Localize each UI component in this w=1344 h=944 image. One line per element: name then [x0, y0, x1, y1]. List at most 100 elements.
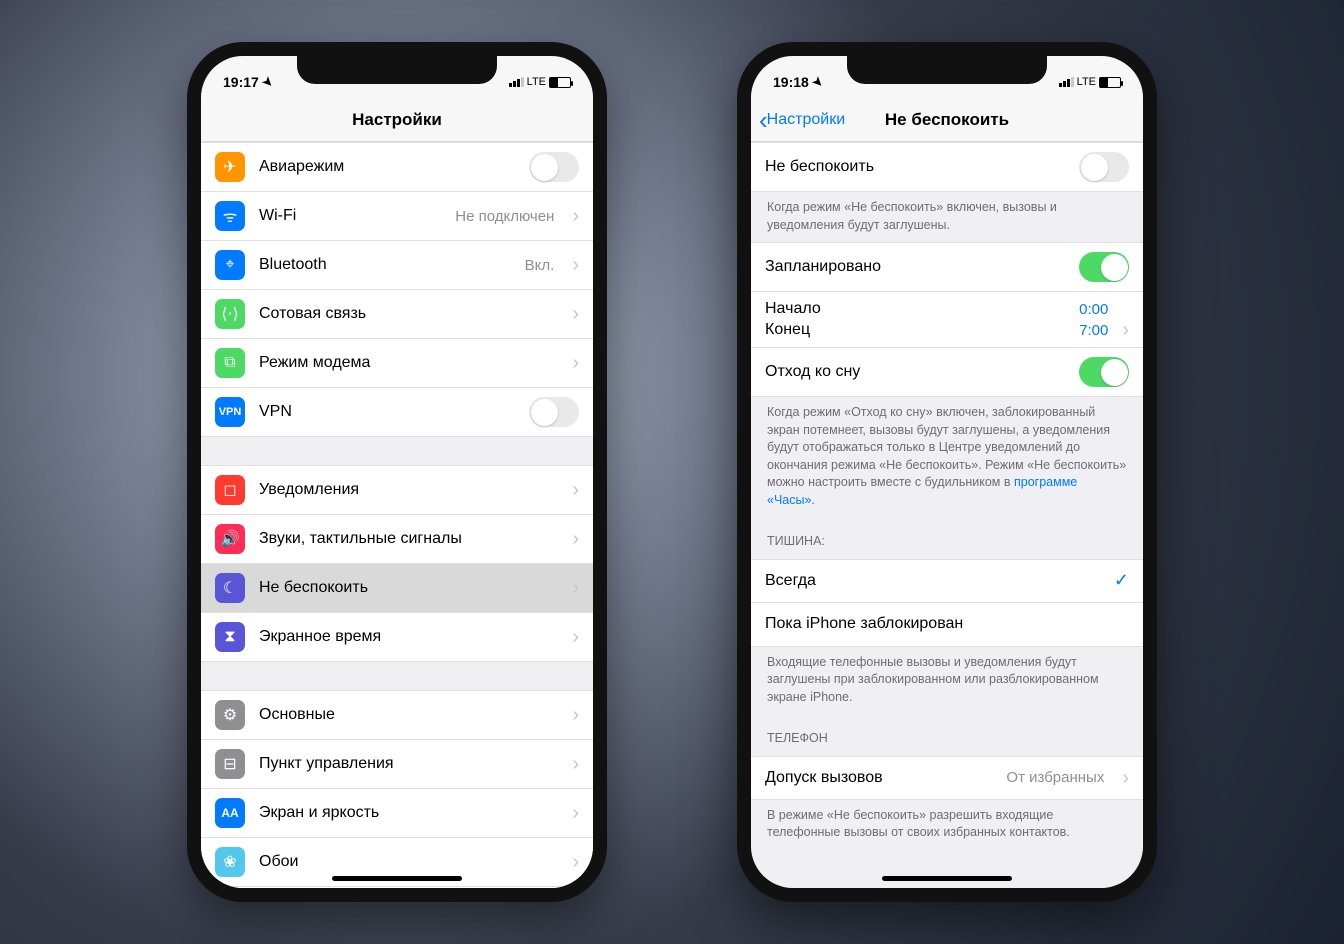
notifications-icon: ◻: [215, 475, 245, 505]
time-start-value: 0:00: [1079, 301, 1108, 318]
settings-row-siri[interactable]: ◎Siri и Поиск›: [201, 887, 593, 888]
schedule-time-row[interactable]: Начало 0:00 › Конец 7:00 ›: [751, 292, 1143, 348]
general-icon: ⚙: [215, 700, 245, 730]
location-icon: ➤: [259, 73, 276, 90]
back-button[interactable]: ‹ Настройки: [759, 107, 845, 133]
vpn-icon: VPN: [215, 397, 245, 427]
phone-header: ТЕЛЕФОН: [751, 714, 1143, 756]
signal-icon: [509, 77, 524, 87]
chevron-right-icon: ›: [572, 304, 579, 324]
silence-always-row[interactable]: Всегда ✓: [751, 559, 1143, 603]
back-label: Настройки: [767, 111, 845, 129]
nav-bar: ‹ Настройки Не беспокоить: [751, 98, 1143, 142]
row-label: Пока iPhone заблокирован: [765, 615, 1129, 633]
row-label: Сотовая связь: [259, 305, 554, 323]
check-icon: ✓: [1114, 570, 1129, 591]
phone-settings: 19:17 ➤ LTE Настройки ✈ Авиарежим ᯤ Wi-Fi Не…: [187, 42, 607, 902]
dnd-settings[interactable]: Не беспокоить Когда режим «Не беспокоить…: [751, 142, 1143, 888]
row-label: Не беспокоить: [765, 158, 1065, 176]
chevron-right-icon: ›: [572, 852, 579, 872]
scheduled-toggle-row[interactable]: Запланировано: [751, 242, 1143, 292]
notch: [847, 54, 1047, 84]
chevron-right-icon: ›: [572, 578, 579, 598]
chevron-right-icon: ›: [572, 705, 579, 725]
settings-row-do-not-disturb[interactable]: ☾Не беспокоить›: [201, 564, 593, 613]
settings-row-cellular[interactable]: ⟨⋅⟩ Сотовая связь ›: [201, 290, 593, 339]
silence-header: ТИШИНА:: [751, 517, 1143, 559]
settings-row-control-center[interactable]: ⊟Пункт управления›: [201, 740, 593, 789]
home-indicator[interactable]: [882, 876, 1012, 881]
time-end-label: Конец: [765, 321, 810, 339]
network-label: LTE: [527, 76, 546, 88]
allow-calls-footer: В режиме «Не беспокоить» разрешить входя…: [751, 800, 1143, 850]
chevron-right-icon: ›: [572, 754, 579, 774]
chevron-right-icon: ›: [572, 529, 579, 549]
chevron-right-icon: ›: [572, 803, 579, 823]
row-label: Основные: [259, 706, 554, 724]
scheduled-toggle[interactable]: [1079, 252, 1129, 282]
settings-row-wifi[interactable]: ᯤ Wi-Fi Не подключен ›: [201, 192, 593, 241]
status-time: 19:17: [223, 74, 259, 90]
settings-row-sounds[interactable]: 🔊 Звуки, тактильные сигналы ›: [201, 515, 593, 564]
silence-locked-row[interactable]: Пока iPhone заблокирован: [751, 603, 1143, 647]
row-label: Всегда: [765, 572, 1100, 590]
cellular-icon: ⟨⋅⟩: [215, 299, 245, 329]
settings-list[interactable]: ✈АвиарежимᯤWi-FiНе подключен›⌖BluetoothВ…: [201, 142, 593, 888]
settings-row-notifications[interactable]: ◻ Уведомления ›: [201, 465, 593, 515]
phone-dnd: 19:18 ➤ LTE ‹ Настройки Не беспокоить Не…: [737, 42, 1157, 902]
sounds-icon: 🔊: [215, 524, 245, 554]
settings-row-bluetooth[interactable]: ⌖BluetoothВкл.›: [201, 241, 593, 290]
notch: [297, 54, 497, 84]
chevron-right-icon: ›: [572, 206, 579, 226]
vpn-toggle[interactable]: [529, 397, 579, 427]
row-label: Авиарежим: [259, 158, 515, 176]
settings-row-screen-time[interactable]: ⧗Экранное время›: [201, 613, 593, 662]
airplane-mode-toggle[interactable]: [529, 152, 579, 182]
bedtime-toggle[interactable]: [1079, 357, 1129, 387]
nav-bar: Настройки: [201, 98, 593, 142]
silence-footer: Входящие телефонные вызовы и уведомления…: [751, 647, 1143, 715]
chevron-right-icon: ›: [572, 480, 579, 500]
row-label: Экран и яркость: [259, 804, 554, 822]
bedtime-toggle-row[interactable]: Отход ко сну: [751, 348, 1143, 397]
settings-row-display[interactable]: AAЭкран и яркость›: [201, 789, 593, 838]
row-label: Wi-Fi: [259, 207, 441, 225]
chevron-right-icon: ›: [572, 353, 579, 373]
dnd-toggle[interactable]: [1079, 152, 1129, 182]
settings-row-vpn[interactable]: VPN VPN: [201, 388, 593, 437]
network-label: LTE: [1077, 76, 1096, 88]
battery-icon: [1099, 77, 1121, 88]
dnd-toggle-row[interactable]: Не беспокоить: [751, 142, 1143, 192]
row-label: Не беспокоить: [259, 579, 554, 597]
settings-row-general[interactable]: ⚙ Основные ›: [201, 690, 593, 740]
row-label: VPN: [259, 403, 515, 421]
settings-row-airplane-mode[interactable]: ✈ Авиарежим: [201, 142, 593, 192]
location-icon: ➤: [809, 73, 826, 90]
home-indicator[interactable]: [332, 876, 462, 881]
time-start-label: Начало: [765, 300, 821, 318]
chevron-right-icon: ›: [1122, 768, 1129, 788]
row-value: Не подключен: [455, 208, 554, 225]
row-label: Режим модема: [259, 354, 554, 372]
page-title: Настройки: [352, 110, 442, 130]
dnd-footer: Когда режим «Не беспокоить» включен, выз…: [751, 192, 1143, 242]
row-label: Звуки, тактильные сигналы: [259, 530, 554, 548]
row-label: Bluetooth: [259, 256, 511, 274]
signal-icon: [1059, 77, 1074, 87]
row-label: Уведомления: [259, 481, 554, 499]
wifi-icon: ᯤ: [215, 201, 245, 231]
allow-calls-row[interactable]: Допуск вызовов От избранных ›: [751, 756, 1143, 800]
settings-row-hotspot[interactable]: ⧉ Режим модема ›: [201, 339, 593, 388]
row-label: Обои: [259, 853, 554, 871]
control-center-icon: ⊟: [215, 749, 245, 779]
hotspot-icon: ⧉: [215, 348, 245, 378]
row-label: Отход ко сну: [765, 363, 1065, 381]
chevron-right-icon: ›: [1122, 320, 1129, 340]
screen-time-icon: ⧗: [215, 622, 245, 652]
bedtime-footer: Когда режим «Отход ко сну» включен, забл…: [751, 397, 1143, 517]
battery-icon: [549, 77, 571, 88]
chevron-right-icon: ›: [572, 255, 579, 275]
wallpaper-icon: ❀: [215, 847, 245, 877]
airplane-mode-icon: ✈: [215, 152, 245, 182]
row-label: Запланировано: [765, 258, 1065, 276]
